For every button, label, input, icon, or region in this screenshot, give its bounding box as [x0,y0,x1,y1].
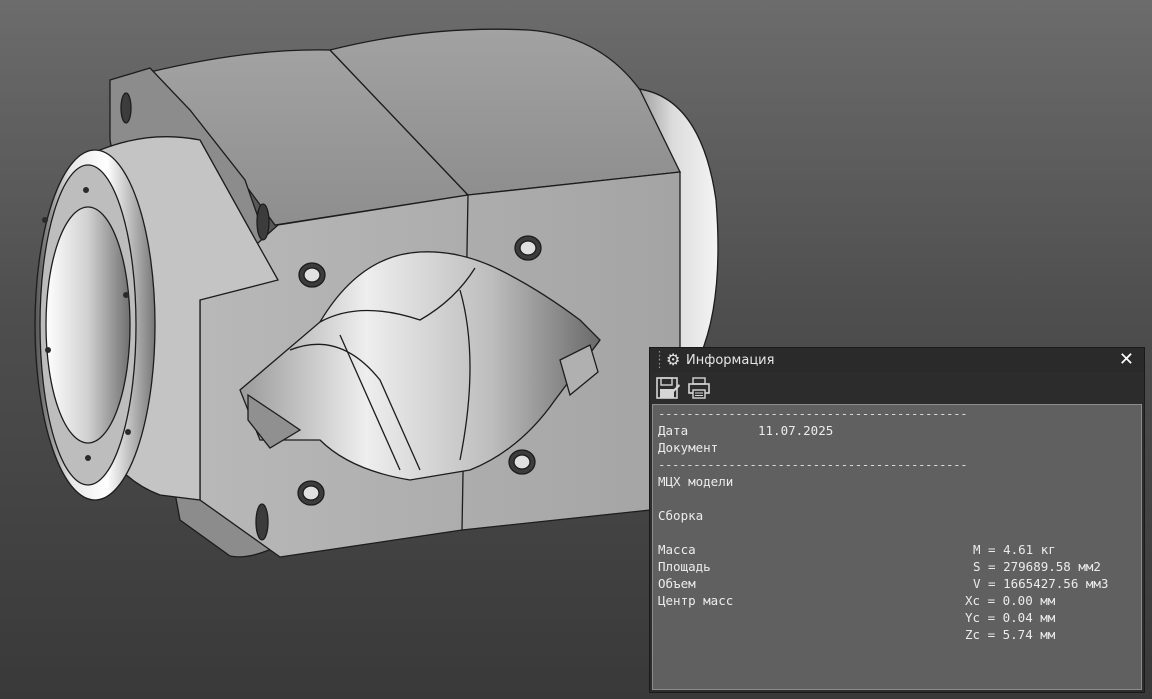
print-icon[interactable] [686,376,712,400]
info-panel: ⋮ ⋮ ⚙ Информация ✕ ----------------------… [649,347,1145,693]
info-toolbar [650,372,1144,404]
xc-value: Xc = 0.00 мм [965,593,1056,608]
date-value: 11.07.2025 [758,423,834,438]
yc-value: Yc = 0.04 мм [965,610,1056,625]
model-part [34,28,719,558]
info-panel-title: Информация [686,353,775,368]
report-content[interactable]: ----------------------------------------… [652,404,1142,690]
drag-handle-icon[interactable]: ⋮ ⋮ [654,350,665,369]
center-of-mass-label: Центр масс [658,593,734,608]
volume-label: Объем [658,576,696,591]
area-label: Площадь [658,559,711,574]
close-button[interactable]: ✕ [1119,349,1134,370]
separator-line: ----------------------------------------… [658,457,968,472]
assembly-label: Сборка [658,508,704,523]
section-title: МЦХ модели [658,474,734,489]
left-bore [45,206,131,444]
zc-value: Zc = 5.74 мм [965,627,1056,642]
mass-label: Масса [658,542,696,557]
date-label: Дата [658,423,689,438]
separator-line: ----------------------------------------… [658,406,968,421]
info-panel-titlebar[interactable]: ⋮ ⋮ ⚙ Информация ✕ [650,348,1144,372]
mass-value: M = 4.61 кг [973,542,1056,557]
volume-value: V = 1665427.56 мм3 [973,576,1109,591]
save-icon[interactable] [655,376,681,400]
document-label: Документ [658,440,719,455]
area-value: S = 279689.58 мм2 [973,559,1101,574]
gear-icon: ⚙ [666,350,681,369]
